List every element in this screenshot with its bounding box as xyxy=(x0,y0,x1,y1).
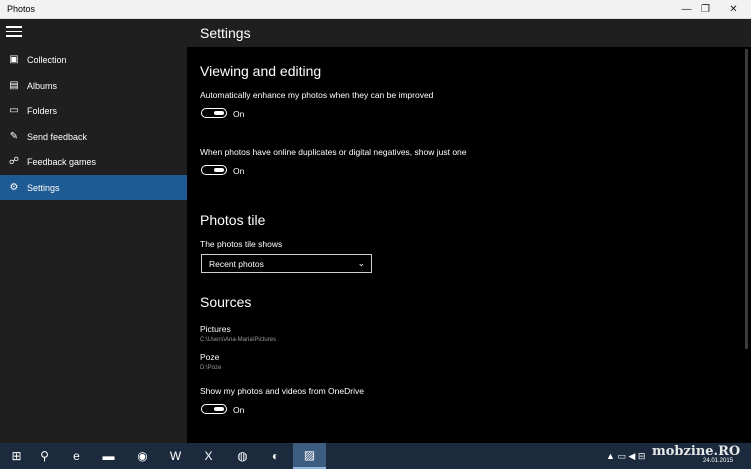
system-tray-icons[interactable]: ▲ ▭ ◀ ⊟ xyxy=(606,443,645,469)
enhance-toggle[interactable] xyxy=(201,108,227,118)
onedrive-toggle[interactable] xyxy=(201,404,227,414)
onedrive-state: On xyxy=(233,405,245,415)
sidebar-item-label: Folders xyxy=(27,105,58,116)
sidebar-item-feedback-games[interactable]: ☍ Feedback games xyxy=(0,149,187,174)
photos-tile-heading: Photos tile xyxy=(200,212,266,228)
app-icon-2[interactable]: ◐ xyxy=(259,443,292,469)
album-icon: ▤ xyxy=(9,80,19,91)
page-title: Settings xyxy=(200,25,251,41)
settings-content: Viewing and editing Automatically enhanc… xyxy=(187,47,742,443)
sidebar-item-label: Settings xyxy=(27,182,60,193)
enhance-state: On xyxy=(233,109,245,119)
internet-explorer-icon[interactable]: e xyxy=(60,443,93,469)
title-bar: Photos — ❐ ✕ xyxy=(0,0,751,19)
search-icon[interactable]: ⚲ xyxy=(28,443,61,469)
source-name: Poze xyxy=(200,352,220,362)
sidebar-item-folders[interactable]: ▭ Folders xyxy=(0,98,187,123)
clock-date[interactable]: 24.01.2015 xyxy=(703,458,733,464)
source-name: Pictures xyxy=(200,324,231,334)
sidebar-item-label: Send feedback xyxy=(27,131,88,142)
sidebar-item-collection[interactable]: ▣ Collection xyxy=(0,47,187,72)
sidebar-item-label: Albums xyxy=(27,80,58,91)
folder-icon: ▭ xyxy=(9,105,19,116)
sidebar-item-label: Collection xyxy=(27,54,67,65)
hamburger-menu-icon[interactable] xyxy=(6,26,22,38)
sidebar-item-settings[interactable]: ⚙ Settings xyxy=(0,175,187,200)
sidebar-item-send-feedback[interactable]: ✎ Send feedback xyxy=(0,124,187,149)
app-icon-1[interactable]: ◍ xyxy=(226,443,259,469)
watermark: mobzine.RO xyxy=(652,444,741,459)
sidebar: ▣ Collection ▤ Albums ▭ Folders ✎ Send f… xyxy=(0,19,187,443)
photos-tile-label: The photos tile shows xyxy=(200,239,283,249)
chrome-icon[interactable]: ◉ xyxy=(126,443,159,469)
feedback-icon: ✎ xyxy=(9,131,19,142)
scrollbar-thumb[interactable] xyxy=(745,49,748,349)
enhance-label: Automatically enhance my photos when the… xyxy=(200,90,434,100)
onedrive-label: Show my photos and videos from OneDrive xyxy=(200,386,364,396)
gear-icon: ⚙ xyxy=(9,182,19,193)
games-icon: ☍ xyxy=(8,156,20,167)
photos-tile-selected: Recent photos xyxy=(209,259,264,269)
viewing-editing-heading: Viewing and editing xyxy=(200,63,322,79)
duplicates-state: On xyxy=(233,166,245,176)
duplicates-label: When photos have online duplicates or di… xyxy=(200,147,467,157)
photos-tile-dropdown[interactable]: Recent photos ⌄ xyxy=(201,254,372,273)
sources-heading: Sources xyxy=(200,294,252,310)
excel-icon[interactable]: X xyxy=(192,443,225,469)
duplicates-toggle[interactable] xyxy=(201,165,227,175)
photo-icon: ▣ xyxy=(9,54,19,65)
page-header: Settings xyxy=(187,19,751,47)
window-title: Photos xyxy=(7,4,36,14)
close-button[interactable]: ✕ xyxy=(716,0,751,19)
sidebar-item-label: Feedback games xyxy=(27,156,97,167)
taskbar: ⊞ ⚲ e ▬ ◉ W X ◍ ◐ ▨ ▲ ▭ ◀ ⊟ xyxy=(0,443,751,469)
chevron-down-icon: ⌄ xyxy=(357,258,365,268)
photos-app-icon[interactable]: ▨ xyxy=(293,443,326,469)
word-icon[interactable]: W xyxy=(159,443,192,469)
file-explorer-icon[interactable]: ▬ xyxy=(92,443,125,469)
scrollbar[interactable] xyxy=(742,47,751,443)
source-path: D:\Poze xyxy=(200,365,222,371)
source-path: C:\Users\Ana-Maria\Pictures xyxy=(200,337,277,343)
sidebar-item-albums[interactable]: ▤ Albums xyxy=(0,73,187,98)
